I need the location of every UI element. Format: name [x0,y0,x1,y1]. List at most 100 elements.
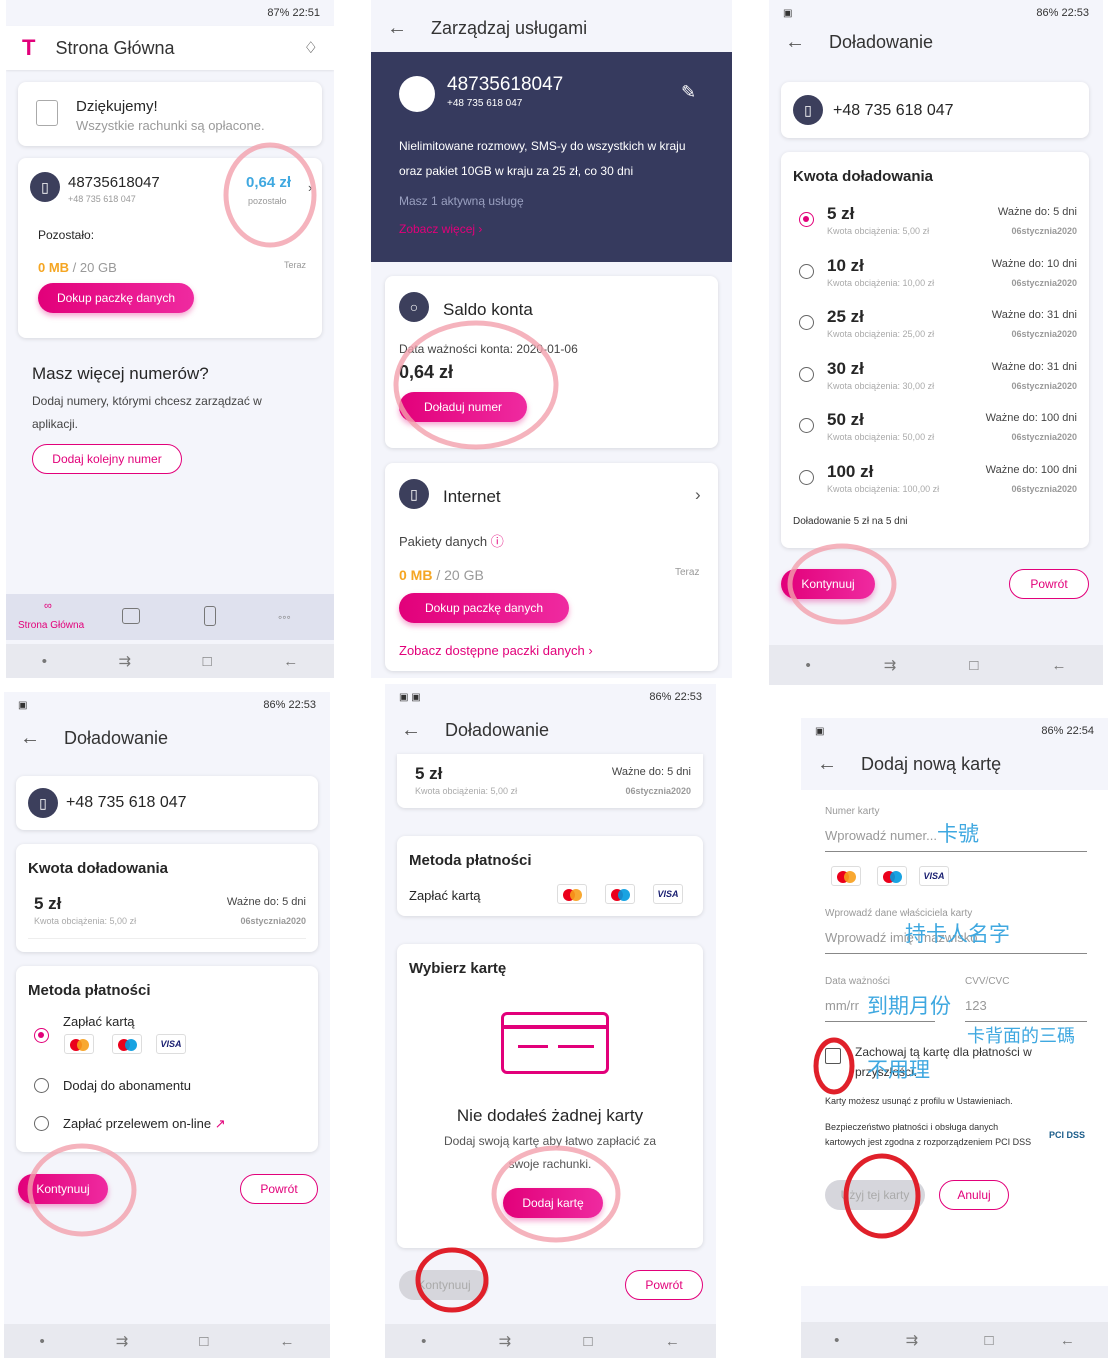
opt-subscription-label[interactable]: Dodaj do abonamentu [63,1078,191,1093]
back-arrow-icon[interactable]: ← [20,727,40,750]
opt-transfer-label[interactable]: Zapłać przelewem on-line ↗ [63,1116,226,1132]
amount-card: 5 zł Kwota obciążenia: 5,00 zł Ważne do:… [397,754,703,808]
telekom-logo-icon[interactable]: T [22,35,35,61]
chevron-right-icon[interactable]: › [695,485,701,505]
nav-dot-icon[interactable]: • [834,1332,839,1349]
cancel-button[interactable]: Anuluj [939,1180,1009,1210]
divider [28,938,306,939]
nav-home-icon[interactable]: □ [969,657,978,674]
nav-home-icon[interactable]: □ [199,1333,208,1350]
phone-icon [399,76,435,112]
continue-button[interactable]: Kontynuuj [781,569,875,599]
back-button[interactable]: Powrót [1009,569,1089,599]
nav-home-icon[interactable]: □ [985,1332,994,1349]
back-arrow-icon[interactable]: ← [785,31,805,54]
nav-recents-icon[interactable]: ⇉ [499,1332,512,1350]
buy-data-button[interactable]: Dokup paczkę danych [399,593,569,623]
continue-button[interactable]: Kontynuuj [18,1174,108,1204]
opt-card-label[interactable]: Zapłać kartą [63,1014,135,1029]
tab-phone-icon[interactable] [204,606,216,626]
amount-option[interactable]: 10 zł Kwota obciążenia: 10,00 zł Ważne do:… [781,254,1089,306]
nav-dot-icon[interactable]: • [421,1333,426,1350]
back-button[interactable]: Powrót [625,1270,703,1300]
amount-radio[interactable] [799,315,814,330]
no-card-text: Dodaj swoją kartę aby łatwo zapłacić za … [443,1134,657,1171]
visa-logo: VISA [653,884,683,904]
maestro-logo [112,1034,142,1054]
bell-icon[interactable]: ♢ [304,38,318,58]
amount-option[interactable]: 100 zł Kwota obciążenia: 100,00 zł Ważne d… [781,460,1089,512]
amount-radio[interactable] [799,212,814,227]
option-amount: 25 zł [827,307,864,326]
save-card-checkbox[interactable] [825,1048,841,1064]
amount-option[interactable]: 50 zł Kwota obciążenia: 50,00 zł Ważne do:… [781,408,1089,460]
nav-home-icon[interactable]: □ [584,1333,593,1350]
tab-home-label[interactable]: Strona Główna [18,620,84,631]
nav-dot-icon[interactable]: • [806,657,811,674]
nav-back-icon[interactable]: ← [283,653,298,670]
option-valid: Ważne do: 31 dni [991,309,1077,321]
option-amount: 100 zł [827,461,874,481]
nav-back-icon[interactable]: ← [665,1333,680,1350]
back-arrow-icon[interactable]: ← [387,17,407,40]
page-title: Doładowanie [445,719,550,740]
add-number-button[interactable]: Dodaj kolejny numer [32,444,182,474]
nav-recents-icon[interactable]: ⇉ [116,1332,129,1350]
amount-option[interactable]: 5 zł Kwota obciążenia: 5,00 zł Ważne do: 5… [781,202,1089,254]
nav-back-icon[interactable]: ← [1051,657,1066,674]
nav-back-icon[interactable]: ← [279,1333,294,1350]
add-card-button[interactable]: Dodaj kartę [503,1188,603,1218]
topup-button[interactable]: Doładuj numer [399,392,527,422]
info-icon[interactable]: ⓘ [491,534,504,549]
data-used: 0 MB [399,567,433,583]
use-card-button[interactable]: Użyj tej karty [825,1180,925,1210]
nav-recents-icon[interactable]: ⇉ [119,652,132,670]
radio-subscription[interactable] [34,1078,49,1093]
back-arrow-icon[interactable]: ← [401,719,421,742]
amount-option[interactable]: 25 zł Kwota obciążenia: 25,00 zł Ważne do:… [781,305,1089,357]
amount-option[interactable]: 30 zł Kwota obciążenia: 30,00 zł Ważne do:… [781,357,1089,409]
nav-home-icon[interactable]: □ [203,653,212,670]
tab-home-icon[interactable]: ∞ [44,600,52,612]
data-total: / 20 GB [69,260,117,275]
balance-label: pozostało [248,196,287,206]
pencil-icon[interactable]: ✎ [681,82,696,103]
back-arrow-icon[interactable]: ← [817,753,837,776]
radio-card[interactable] [34,1028,49,1043]
external-link-icon: ↗ [214,1116,226,1131]
phone-icon: ▯ [793,95,823,125]
nav-recents-icon[interactable]: ⇉ [884,656,897,674]
radio-transfer[interactable] [34,1116,49,1131]
number-card[interactable]: ▯ 48735618047 +48 735 618 047 0,64 zł po… [18,158,322,338]
back-button[interactable]: Powrót [240,1174,318,1204]
amount-radio[interactable] [799,263,814,279]
see-packages-link[interactable]: Zobacz dostępne paczki danych › [399,643,593,658]
tab-services-icon[interactable] [122,608,140,624]
number-card: ▯ +48 735 618 047 [781,82,1089,138]
nav-dot-icon[interactable]: • [40,1333,45,1350]
choose-card-panel: Wybierz kartę Nie dodałeś żadnej karty D… [397,944,703,1248]
buy-data-button[interactable]: Dokup paczkę danych [38,283,194,313]
nav-dot-icon[interactable]: • [42,653,47,670]
chevron-right-icon[interactable]: › [308,180,312,195]
see-more-link[interactable]: Zobacz więcej › [399,222,482,236]
tab-more-icon[interactable]: ◦◦◦ [278,610,291,624]
page-title: Doładowanie [829,31,934,52]
continue-button[interactable]: Kontynuuj [399,1270,489,1300]
option-valid: Ważne do: 100 dni [985,412,1077,424]
amount-radio[interactable] [799,366,814,382]
cvv-input[interactable]: 123 [965,998,1087,1022]
nav-recents-icon[interactable]: ⇉ [906,1331,919,1349]
nav-back-icon[interactable]: ← [1060,1332,1075,1349]
packages-label-text: Pakiety danych [399,534,488,549]
amount-code: 06stycznia2020 [240,916,306,926]
see-packages-label: Zobacz dostępne paczki danych [399,643,585,658]
phone-number: +48 735 618 047 [833,102,954,119]
amount-radio[interactable] [799,418,814,433]
more-numbers-title: Masz więcej numerów? [32,364,209,383]
option-code: 06stycznia2020 [1011,329,1077,339]
system-nav: • ⇉ □ ← [801,1322,1108,1358]
amount-radio[interactable] [799,469,814,485]
phone-number-formatted: +48 735 618 047 [68,194,136,204]
see-more-label: Zobacz więcej [399,222,476,236]
